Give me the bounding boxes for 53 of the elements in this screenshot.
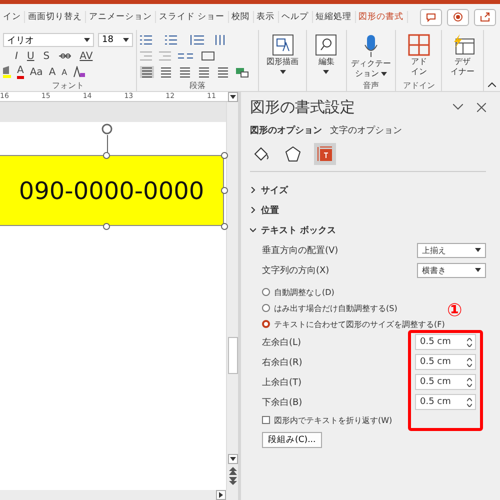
section-header[interactable]: テキスト ボックス — [250, 220, 486, 240]
ribbon-tab[interactable]: イン — [0, 11, 25, 23]
format-button[interactable]: I — [15, 50, 18, 62]
ribbon-button[interactable]: 編集 — [310, 32, 343, 74]
spin-field[interactable]: 0.5 cm — [415, 354, 476, 370]
group-label: 段落 — [188, 80, 207, 91]
ribbon-button[interactable]: ディクテー ション — [350, 32, 392, 78]
dropdown[interactable]: 横書き — [417, 262, 486, 278]
group-label: 音声 — [362, 80, 380, 91]
field-label: 右余白(R) — [262, 356, 304, 368]
spin-field[interactable]: 0.5 cm — [415, 394, 476, 410]
option-tab[interactable]: 文字のオプション — [330, 124, 402, 136]
field-label: 垂直方向の配置(V) — [262, 244, 340, 256]
ribbon-tab[interactable]: 校閲 — [228, 11, 254, 23]
spin-field[interactable]: 0.5 cm — [415, 374, 476, 390]
ribbon-tab[interactable]: 短縮処理 — [312, 11, 356, 23]
section-header[interactable]: 位置 — [250, 200, 486, 220]
grow-font-button[interactable]: A — [48, 66, 56, 78]
ribbon-tab[interactable]: 画面切り替え — [25, 11, 86, 23]
shrink-font-button[interactable]: A — [62, 68, 68, 76]
radio-label: テキストに合わせて図形のサイズを調整する(F) — [274, 318, 445, 330]
option-tab[interactable]: 図形のオプション — [250, 124, 322, 136]
font-size-dropdown[interactable]: 18 — [98, 33, 133, 47]
group-label: アドイン — [402, 80, 436, 91]
section-header[interactable]: サイズ — [250, 180, 486, 200]
field-label: 下余白(B) — [262, 396, 304, 408]
ribbon-tab[interactable]: 表示 — [254, 11, 279, 23]
step-number: ① — [447, 301, 462, 321]
ribbon-tab[interactable]: アニメーション — [86, 11, 156, 23]
text-shape[interactable]: 090-0000-0000 — [0, 155, 224, 226]
font-color-button[interactable]: A — [17, 66, 24, 78]
field-label: 左余白(L) — [262, 336, 302, 348]
ribbon-button[interactable]: デザ イナー — [445, 32, 480, 76]
ribbon-button[interactable]: アド イン — [399, 32, 438, 76]
checkbox-label: 図形内でテキストを折り返す(W) — [274, 414, 392, 426]
ribbon-tab[interactable]: スライド ショー — [156, 11, 229, 23]
field-label: 文字列の方向(X) — [262, 264, 330, 276]
group-label: フォント — [51, 80, 85, 91]
ribbon-tab[interactable]: 図形の書式 — [356, 11, 408, 23]
radio-label: 自動調整なし(D) — [274, 286, 334, 298]
ribbon-button[interactable]: 図形描画 — [262, 32, 303, 74]
spin-field[interactable]: 0.5 cm — [415, 334, 476, 350]
format-button[interactable]: U — [26, 50, 34, 62]
font-name-dropdown[interactable]: イリオ — [3, 33, 94, 47]
panel-title: 図形の書式設定 — [250, 98, 356, 116]
format-button[interactable]: S — [43, 50, 50, 62]
columns-button[interactable]: 段組み(C)... — [262, 432, 322, 448]
dropdown[interactable]: 上揃え — [417, 242, 486, 258]
ribbon-tab[interactable]: ヘルプ — [278, 11, 313, 23]
radio-label: はみ出す場合だけ自動調整する(S) — [274, 302, 398, 314]
change-case-button[interactable]: Aa — [30, 66, 43, 78]
field-label: 上余白(T) — [262, 376, 303, 388]
character-spacing-button[interactable]: AV — [80, 50, 93, 62]
